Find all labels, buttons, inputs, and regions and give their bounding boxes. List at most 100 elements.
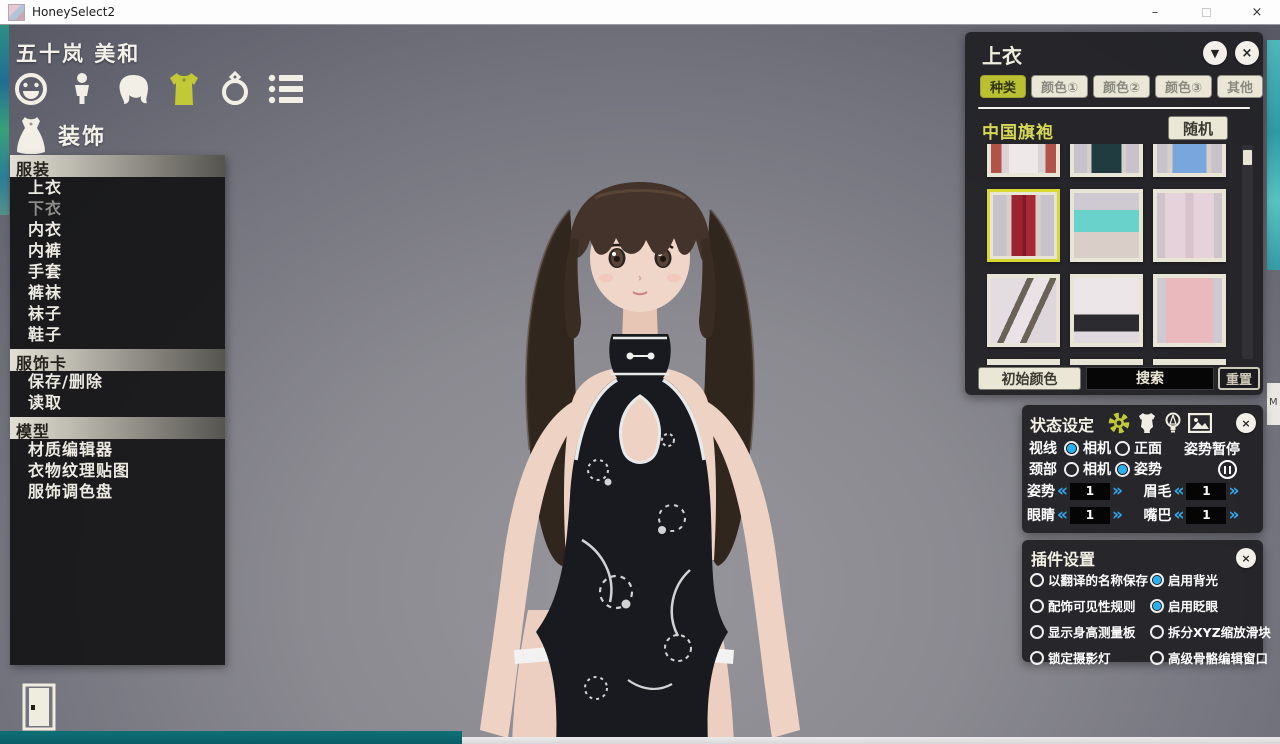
radio-label: 姿势 — [1134, 459, 1162, 479]
panel-title: 上衣 — [982, 40, 1022, 69]
collapse-panel-button[interactable]: ▼ — [1203, 41, 1227, 65]
sidebar: 服装上衣下衣内衣内裤手套裤袜袜子鞋子服饰卡保存/删除读取模型材质编辑器衣物纹理贴… — [10, 155, 225, 665]
sidebar-item[interactable]: 服饰调色盘 — [10, 481, 225, 502]
sidebar-item[interactable]: 鞋子 — [10, 324, 225, 345]
tab-color4[interactable]: 其他 — [1217, 75, 1263, 98]
clothing-thumbnail[interactable] — [1070, 189, 1143, 262]
clothes-icon[interactable] — [1134, 411, 1160, 435]
exit-door-button[interactable] — [20, 683, 58, 731]
radio-label: 相机 — [1083, 459, 1111, 479]
sidebar-item[interactable]: 材质编辑器 — [10, 439, 225, 460]
background-window-sliver-doc: M — [1267, 383, 1280, 425]
plugin-option[interactable]: 显示身高测量板 — [1030, 622, 1150, 641]
toggle-circle[interactable] — [1030, 573, 1044, 587]
plugin-option[interactable]: 配饰可见性规则 — [1030, 596, 1150, 615]
plugin-option[interactable]: 拆分XYZ缩放滑块 — [1150, 622, 1271, 641]
sidebar-item[interactable]: 下衣 — [10, 198, 225, 219]
plugin-option[interactable]: 启用背光 — [1150, 570, 1271, 589]
thumbnail-image — [1157, 278, 1222, 343]
close-icon: × — [1241, 552, 1250, 565]
close-panel-button[interactable]: × — [1236, 413, 1256, 433]
close-window-button[interactable]: × — [1234, 0, 1280, 25]
stepper-value: 1 — [1070, 483, 1110, 500]
maximize-button[interactable] — [1183, 0, 1229, 25]
sidebar-item[interactable]: 保存/删除 — [10, 371, 225, 392]
toggle-circle[interactable] — [1150, 625, 1164, 639]
clothing-thumbnail[interactable] — [987, 359, 1060, 365]
minimize-button[interactable]: – — [1132, 0, 1178, 25]
reset-button[interactable]: 重置 — [1218, 367, 1260, 390]
maximize-icon — [1202, 8, 1211, 17]
radio-button[interactable] — [1115, 441, 1130, 456]
clothing-thumbnail[interactable] — [987, 144, 1060, 177]
body-icon[interactable] — [63, 70, 101, 108]
plugin-option-label: 显示身高测量板 — [1048, 622, 1136, 641]
sidebar-item[interactable]: 衣物纹理贴图 — [10, 460, 225, 481]
sidebar-item[interactable]: 上衣 — [10, 177, 225, 198]
stepper-next-button[interactable]: » — [1112, 483, 1123, 500]
sidebar-item[interactable]: 裤袜 — [10, 282, 225, 303]
stepper-prev-button[interactable]: « — [1174, 483, 1185, 500]
sidebar-item[interactable]: 内裤 — [10, 240, 225, 261]
image-icon[interactable] — [1187, 411, 1213, 435]
close-panel-button[interactable]: × — [1236, 548, 1256, 568]
clothing-thumbnail[interactable] — [987, 189, 1060, 262]
scrollbar-thumb[interactable] — [1243, 150, 1252, 165]
tab-bar: 种类颜色①颜色②颜色③其他 — [980, 75, 1263, 98]
toggle-circle[interactable] — [1150, 599, 1164, 613]
clothing-thumbnail[interactable] — [1153, 274, 1226, 347]
taskbar-strip-light — [462, 737, 1280, 744]
gear-icon[interactable] — [1106, 411, 1132, 435]
plugin-option[interactable]: 锁定摄影灯 — [1030, 648, 1150, 667]
close-panel-button[interactable]: × — [1235, 41, 1259, 65]
toggle-circle[interactable] — [1150, 651, 1164, 665]
search-input[interactable] — [1086, 367, 1214, 390]
toggle-circle[interactable] — [1150, 573, 1164, 587]
tab-color1[interactable]: 颜色① — [1031, 75, 1088, 98]
plugin-option[interactable]: 高级骨骼编辑窗口 — [1150, 648, 1271, 667]
toggle-circle[interactable] — [1030, 651, 1044, 665]
stepper-prev-button[interactable]: « — [1057, 507, 1068, 524]
stepper-value: 1 — [1070, 507, 1110, 524]
clothes-icon[interactable] — [165, 70, 203, 108]
clothing-thumbnail[interactable] — [1153, 359, 1226, 365]
radio-button[interactable] — [1115, 462, 1130, 477]
plugin-option[interactable]: 以翻译的名称保存 — [1030, 570, 1150, 589]
random-button[interactable]: 随机 — [1168, 116, 1228, 140]
scrollbar-track[interactable] — [1242, 145, 1253, 359]
hair-icon[interactable] — [114, 70, 152, 108]
sidebar-item[interactable]: 内衣 — [10, 219, 225, 240]
tab-color2[interactable]: 颜色② — [1093, 75, 1150, 98]
clothing-thumbnail[interactable] — [1070, 144, 1143, 177]
window-title: HoneySelect2 — [32, 5, 115, 19]
background-window-sliver-left — [0, 25, 9, 215]
radio-button[interactable] — [1064, 462, 1079, 477]
tab-color3[interactable]: 颜色③ — [1155, 75, 1212, 98]
stepper-label: 姿势 — [1027, 481, 1055, 501]
stepper-next-button[interactable]: » — [1228, 483, 1239, 500]
stepper-next-button[interactable]: » — [1228, 507, 1239, 524]
toggle-circle[interactable] — [1030, 599, 1044, 613]
radio-button[interactable] — [1064, 441, 1079, 456]
list-icon[interactable] — [267, 70, 305, 108]
stepper-prev-button[interactable]: « — [1174, 507, 1185, 524]
stepper-prev-button[interactable]: « — [1057, 483, 1068, 500]
stepper-next-button[interactable]: » — [1112, 507, 1123, 524]
clothing-thumbnail[interactable] — [1153, 189, 1226, 262]
initial-color-button[interactable]: 初始颜色 — [978, 367, 1081, 390]
toggle-circle[interactable] — [1030, 625, 1044, 639]
sidebar-item[interactable]: 手套 — [10, 261, 225, 282]
clothing-thumbnail[interactable] — [1070, 359, 1143, 365]
sidebar-item[interactable]: 袜子 — [10, 303, 225, 324]
bulb-icon[interactable] — [1163, 411, 1183, 435]
clothing-thumbnail[interactable] — [1153, 144, 1226, 177]
clothing-thumbnail[interactable] — [1070, 274, 1143, 347]
pause-icon[interactable] — [1218, 460, 1237, 479]
sidebar-item[interactable]: 读取 — [10, 392, 225, 413]
section-header: 装饰 — [14, 116, 106, 154]
tab-type[interactable]: 种类 — [980, 75, 1026, 98]
plugin-option[interactable]: 启用眨眼 — [1150, 596, 1271, 615]
accessory-icon[interactable] — [216, 70, 254, 108]
clothing-thumbnail[interactable] — [987, 274, 1060, 347]
face-icon[interactable] — [12, 70, 50, 108]
